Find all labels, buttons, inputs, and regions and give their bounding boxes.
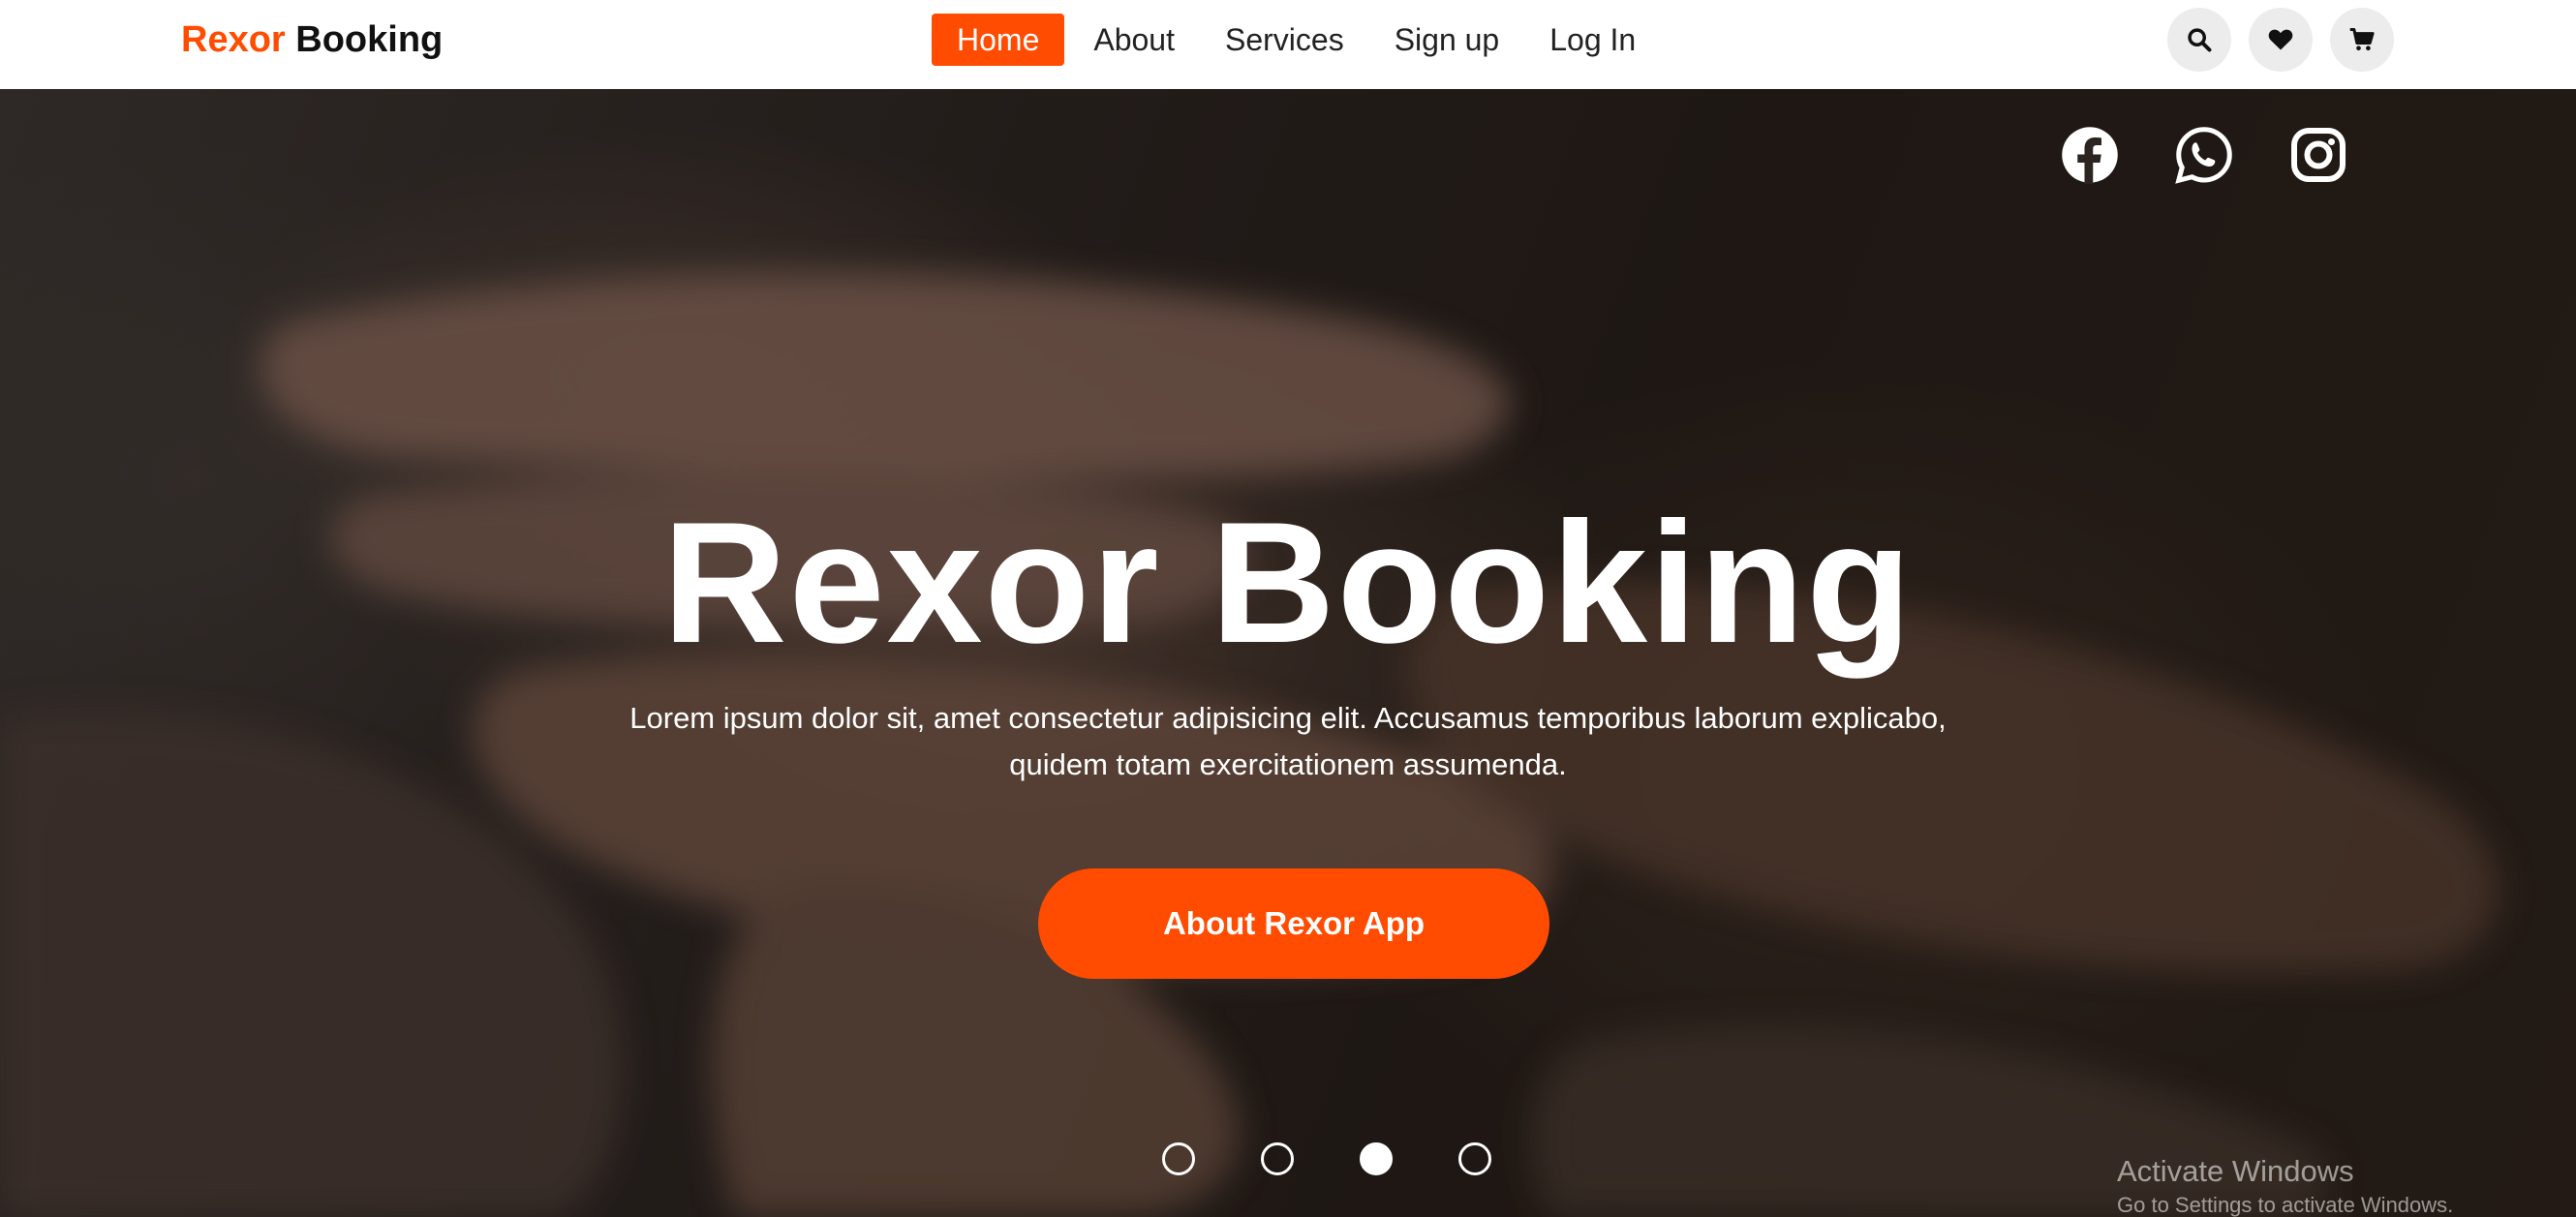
search-button[interactable] <box>2167 8 2231 72</box>
slider-pagination <box>1162 1142 1491 1175</box>
about-rexor-app-button[interactable]: About Rexor App <box>1038 868 1549 979</box>
hero-subtitle-line-1: Lorem ipsum dolor sit, amet consectetur … <box>629 701 1947 735</box>
brand-logo[interactable]: Rexor Booking <box>181 17 443 62</box>
nav-about[interactable]: About <box>1068 14 1200 66</box>
nav-log-in[interactable]: Log In <box>1524 14 1661 66</box>
hero-subtitle: Lorem ipsum dolor sit, amet consectetur … <box>562 695 2014 788</box>
navbar: Rexor Booking Home About Services Sign u… <box>0 0 2576 89</box>
watermark-subtitle: Go to Settings to activate Windows. <box>2117 1193 2454 1217</box>
cart-button[interactable] <box>2330 8 2394 72</box>
slide-dot-3[interactable] <box>1360 1142 1393 1175</box>
watermark-title: Activate Windows <box>2117 1154 2354 1188</box>
slide-dot-4[interactable] <box>1458 1142 1491 1175</box>
nav-home[interactable]: Home <box>932 14 1065 66</box>
hero-title: Rexor Booking <box>662 486 1914 679</box>
search-icon <box>2188 28 2212 52</box>
nav-links: Home About Services Sign up Log In <box>932 13 1661 67</box>
slide-dot-1[interactable] <box>1162 1142 1195 1175</box>
nav-sign-up[interactable]: Sign up <box>1369 14 1525 66</box>
windows-activation-watermark: Activate Windows Go to Settings to activ… <box>2117 1152 2453 1217</box>
nav-services[interactable]: Services <box>1200 14 1369 66</box>
whatsapp-icon[interactable] <box>2175 126 2233 184</box>
heart-icon <box>2268 29 2293 50</box>
nav-icons <box>2167 8 2394 72</box>
social-links <box>2061 126 2347 184</box>
slide-dot-2[interactable] <box>1261 1142 1294 1175</box>
facebook-icon[interactable] <box>2061 126 2119 184</box>
wishlist-button[interactable] <box>2249 8 2313 72</box>
hero-slider: Rexor Booking Lorem ipsum dolor sit, ame… <box>0 89 2576 1217</box>
cart-icon <box>2349 27 2375 51</box>
brand-accent: Rexor <box>181 19 286 60</box>
hero-subtitle-line-2: quidem totam exercitationem assumenda. <box>1009 747 1567 781</box>
instagram-icon[interactable] <box>2289 126 2347 184</box>
brand-rest: Booking <box>295 19 444 60</box>
